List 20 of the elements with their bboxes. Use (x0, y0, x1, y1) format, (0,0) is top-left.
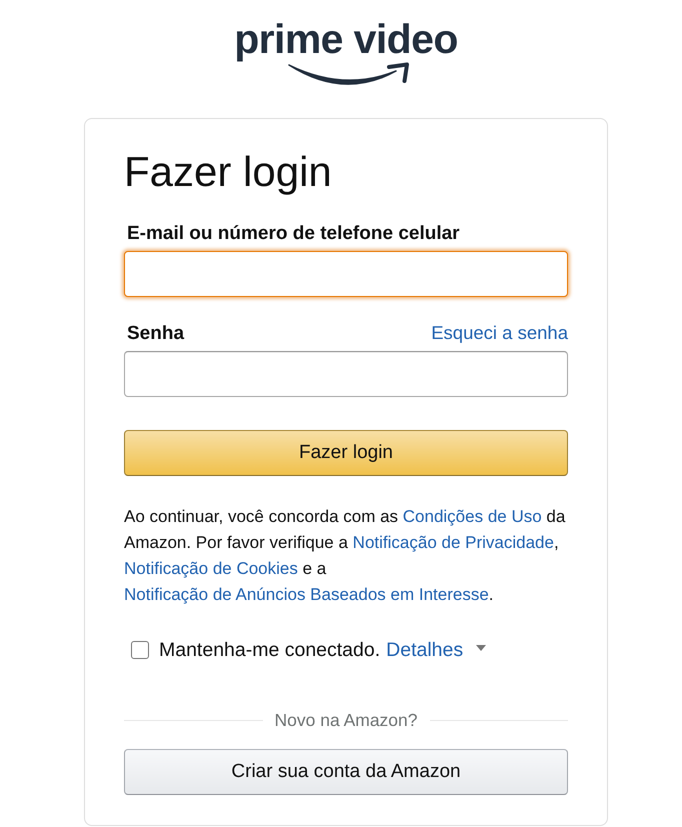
policy-link[interactable]: Notificação de Privacidade (352, 533, 554, 552)
field-label: E-mail ou número de telefone celular (127, 223, 460, 245)
page-title: Fazer login (124, 148, 333, 196)
checkbox[interactable] (131, 641, 149, 659)
field-label: Senha (127, 323, 184, 345)
details-link[interactable]: Detalhes (386, 638, 464, 662)
forgot-password-link[interactable]: Esqueci a senha (431, 322, 568, 344)
policy-link[interactable]: Notificação de Cookies (124, 559, 298, 578)
policy-link[interactable]: Condições de Uso (402, 507, 542, 526)
policy-link[interactable]: Notificação de Anúncios Baseados em Interesse (124, 585, 489, 604)
legal-notice: Ao continuar, você concorda com as Condições de Uso da Amazon. Por favor verifique a Notificação de Privacidade, Notificação de Cookies e a Notificação de Anúncios Baseados em Interesse. (124, 506, 566, 606)
create-account-button[interactable]: Criar sua conta da Amazon (124, 749, 568, 795)
checkbox-label[interactable]: Mantenha-me conectado. (159, 638, 380, 662)
logo-text: prime video (234, 18, 458, 60)
smile-arrow-icon (288, 62, 410, 86)
sign-in-button[interactable]: Fazer login (124, 430, 568, 476)
input-field[interactable] (124, 251, 568, 297)
divider-label: Novo na Amazon? (274, 710, 419, 730)
input-field[interactable] (124, 351, 568, 397)
caret-icon[interactable] (476, 645, 486, 651)
